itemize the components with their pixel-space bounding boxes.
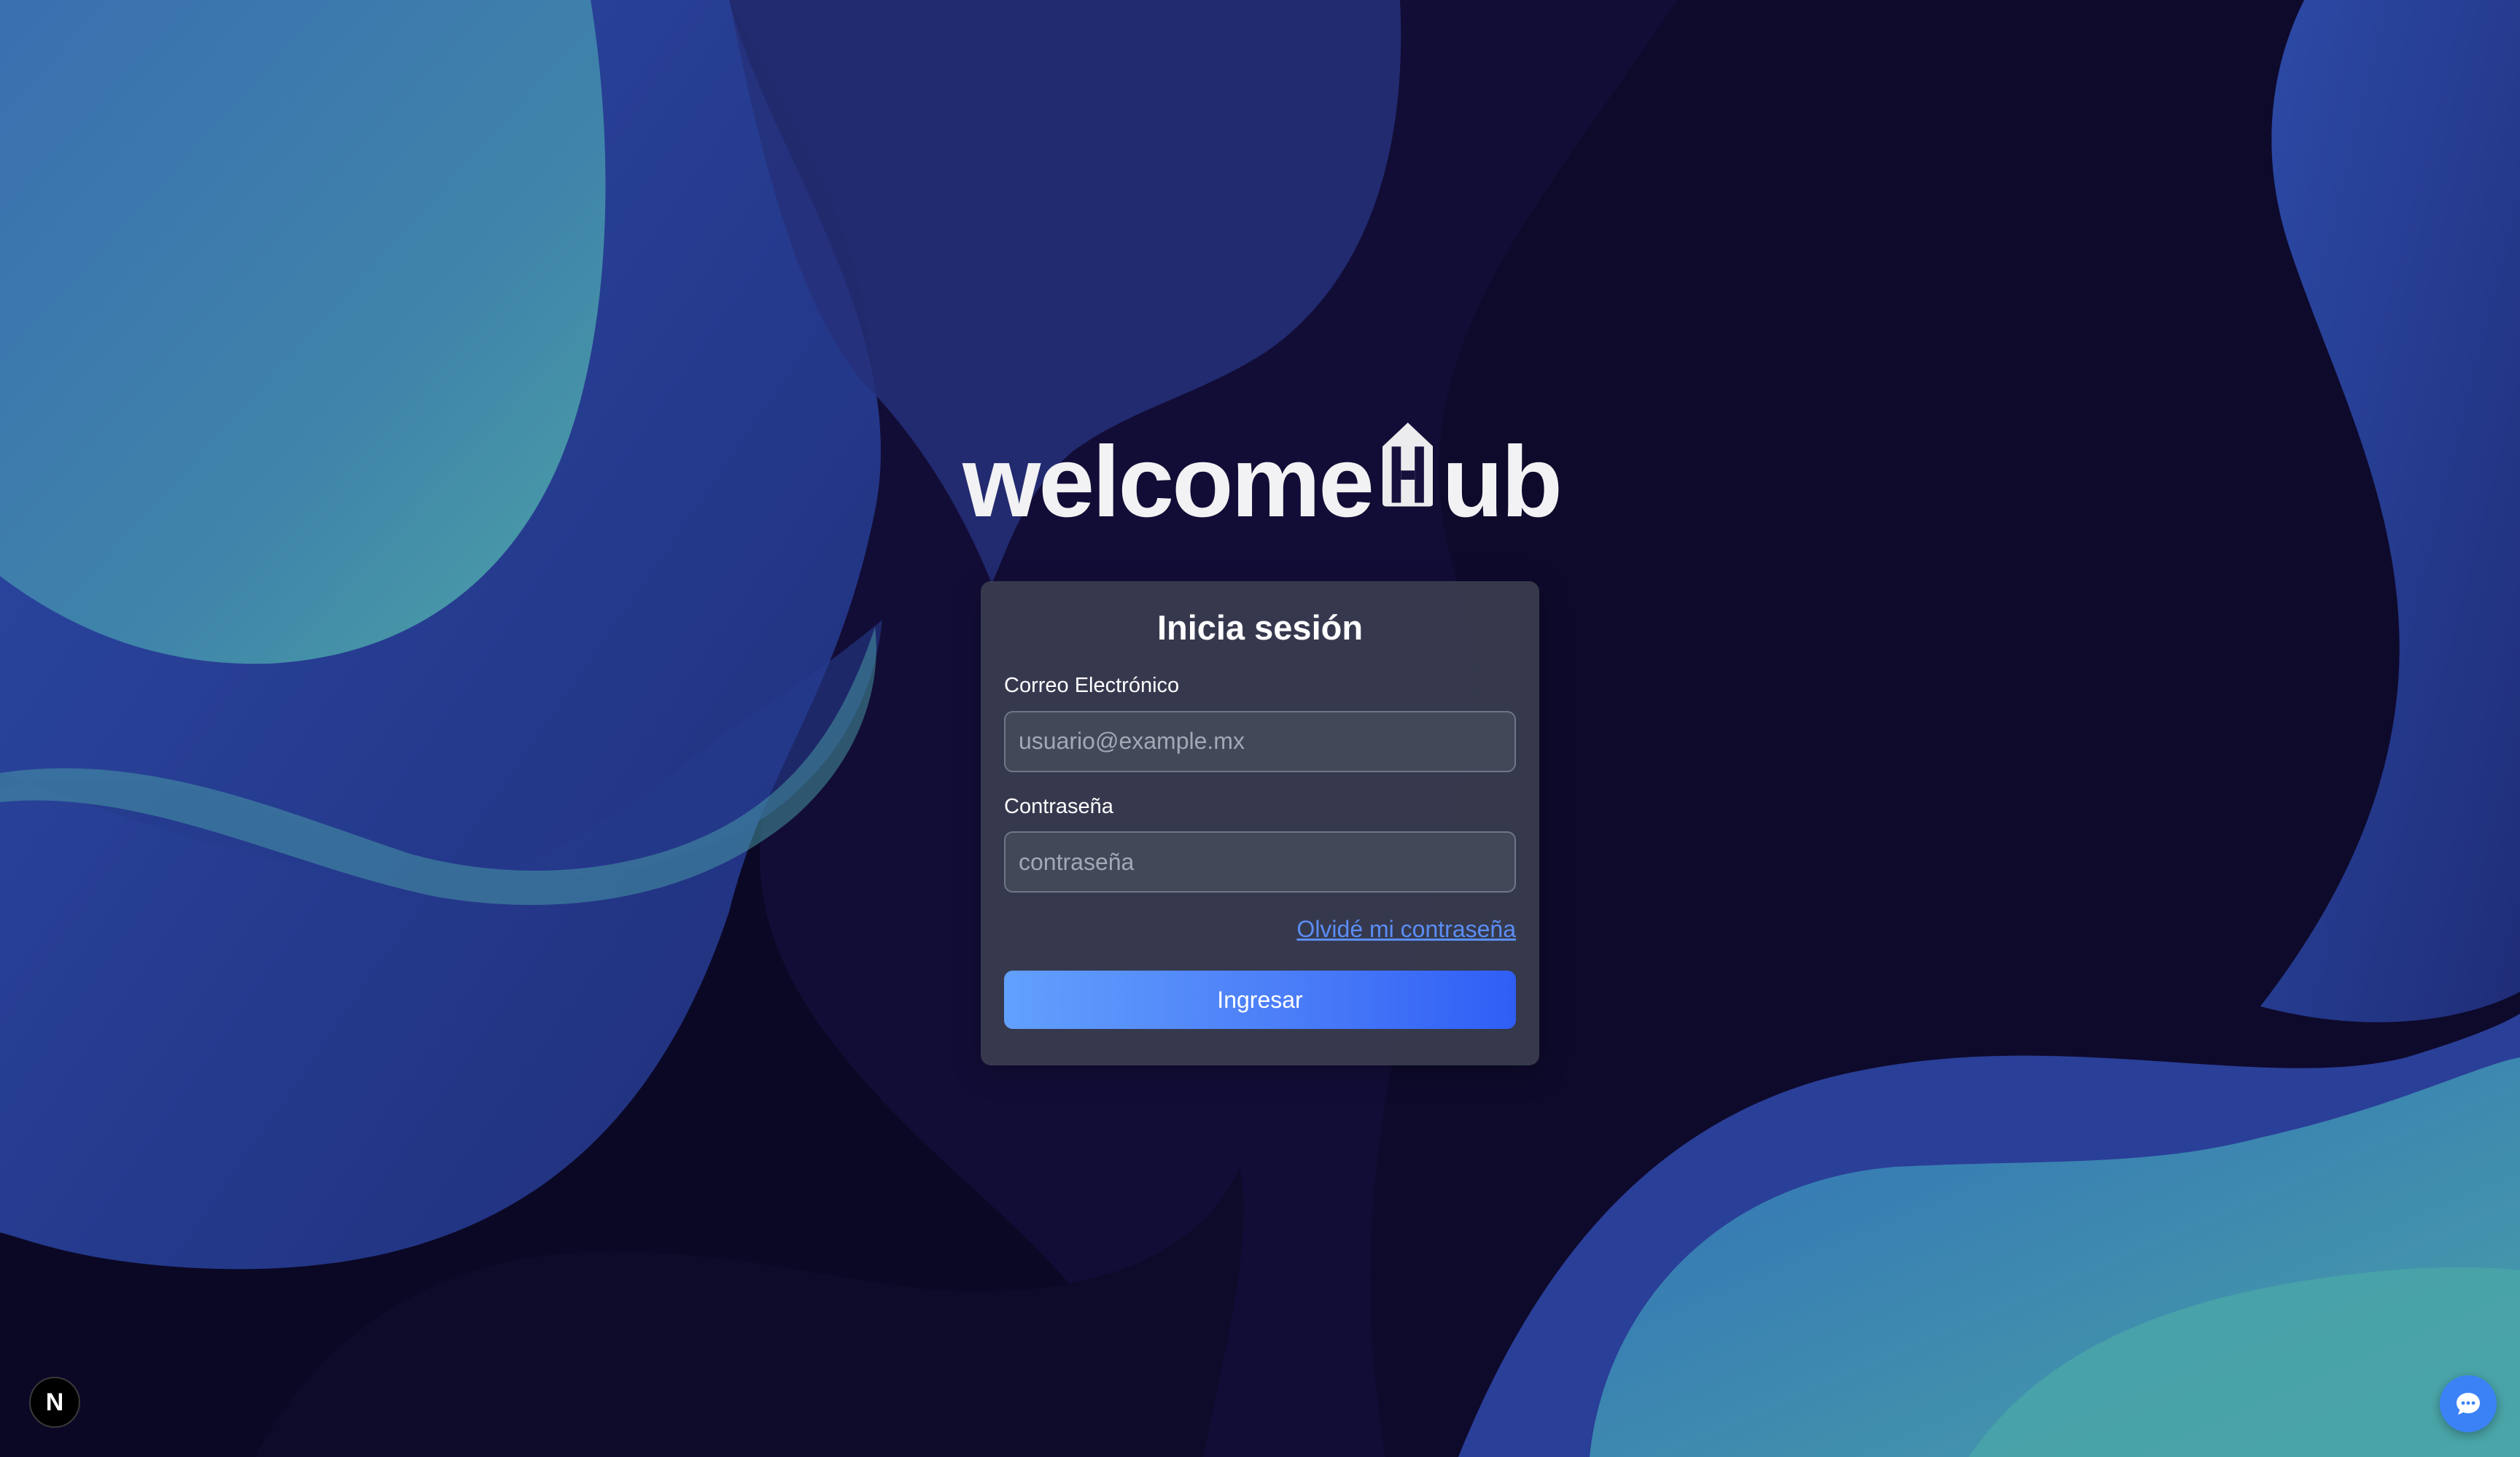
email-input[interactable] — [1004, 710, 1516, 772]
chat-widget-button[interactable] — [2440, 1375, 2497, 1432]
email-field-group: Correo Electrónico — [1004, 673, 1516, 772]
house-h-icon — [1382, 422, 1434, 507]
welcomehub-logo: welcome ub — [962, 386, 1563, 538]
password-input[interactable] — [1004, 831, 1516, 893]
login-title: Inicia sesión — [1156, 608, 1364, 647]
forgot-password-link[interactable]: Olvidé mi contraseña — [1296, 916, 1516, 942]
login-submit-button[interactable]: Ingresar — [1004, 971, 1516, 1030]
logo-text-ub: ub — [1442, 426, 1563, 538]
password-label: Contraseña — [1004, 794, 1113, 818]
nextjs-logo-icon: N — [45, 1388, 64, 1416]
logo-text-welcome: welcome — [962, 426, 1374, 538]
password-field-group: Contraseña — [1004, 794, 1516, 893]
login-card: Inicia sesión Correo Electrónico Contras… — [981, 581, 1539, 1065]
nextjs-dev-badge[interactable]: N — [29, 1377, 80, 1428]
chat-bubble-icon — [2457, 1393, 2480, 1415]
forgot-password-row: Olvidé mi contraseña — [1004, 916, 1516, 943]
email-label: Correo Electrónico — [1004, 673, 1180, 697]
